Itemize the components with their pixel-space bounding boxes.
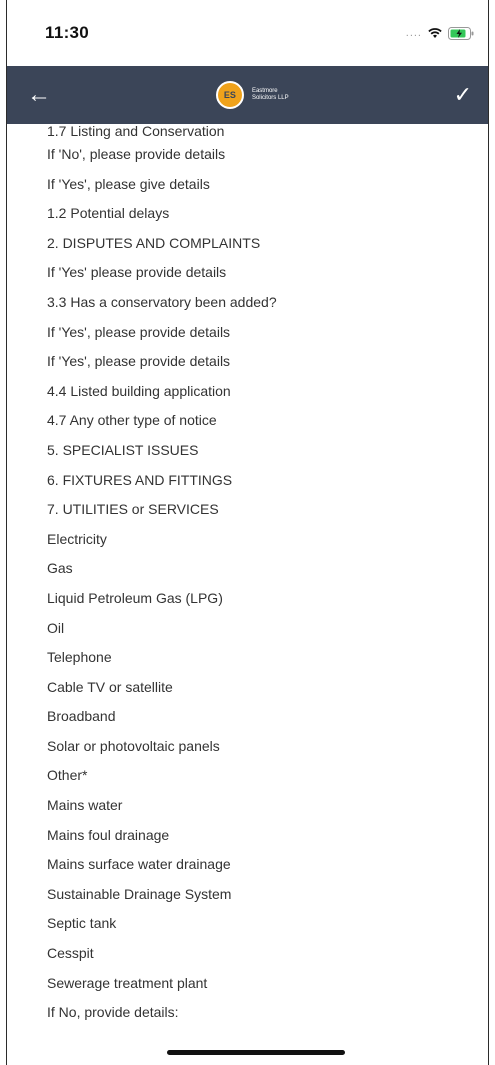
list-item[interactable]: 4.4 Listed building application [7, 377, 488, 407]
list-item[interactable]: Gas [7, 554, 488, 584]
bottom-safe-area [7, 1035, 488, 1065]
wifi-icon [428, 27, 442, 39]
list-item[interactable]: If 'Yes' please provide details [7, 258, 488, 288]
logo-text: Eastmore Solicitors LLP [252, 88, 289, 102]
list-item[interactable]: 2. DISPUTES AND COMPLAINTS [7, 229, 488, 259]
arrow-left-icon[interactable]: ← [27, 83, 51, 107]
list-item[interactable]: Septic tank [7, 909, 488, 939]
list-item[interactable]: Oil [7, 614, 488, 644]
checkmark-icon[interactable]: ✓ [454, 82, 472, 108]
signal-icon: .... [405, 27, 422, 39]
list-item[interactable]: If No, provide details: [7, 998, 488, 1028]
status-time: 11:30 [45, 23, 90, 42]
list-item[interactable]: If 'Yes', please provide details [7, 347, 488, 377]
list-item[interactable]: 4.7 Any other type of notice [7, 406, 488, 436]
list-item[interactable]: 1.7 Listing and Conservation [7, 124, 488, 140]
list-item[interactable]: Liquid Petroleum Gas (LPG) [7, 584, 488, 614]
app-navbar: ← ES Eastmore Solicitors LLP ✓ [7, 66, 488, 124]
list-item[interactable]: Sewerage treatment plant [7, 969, 488, 999]
list-item[interactable]: Electricity [7, 525, 488, 555]
list-item[interactable]: 3.3 Has a conservatory been added? [7, 288, 488, 318]
list-item[interactable]: 1.2 Potential delays [7, 199, 488, 229]
list-item[interactable]: Other* [7, 761, 488, 791]
list-item[interactable]: Mains surface water drainage [7, 850, 488, 880]
phone-screen: 11:30 .... ← ES Eastmore Solicitors LLP … [6, 0, 489, 1065]
home-indicator[interactable] [167, 1050, 345, 1055]
logo-line2: Solicitors LLP [251, 95, 289, 101]
section-list: 1.7 Listing and Conservation If 'No', pl… [7, 124, 488, 1028]
list-item[interactable]: If 'No', please provide details [7, 140, 488, 170]
status-icons: .... [405, 26, 474, 40]
list-item[interactable]: 5. SPECIALIST ISSUES [7, 436, 488, 466]
list-item[interactable]: Broadband [7, 702, 488, 732]
list-item[interactable]: 6. FIXTURES AND FITTINGS [7, 466, 488, 496]
list-item[interactable]: Mains foul drainage [7, 821, 488, 851]
logo-line1: Eastmore [251, 88, 278, 94]
list-item[interactable]: Sustainable Drainage System [7, 880, 488, 910]
list-item[interactable]: Solar or photovoltaic panels [7, 732, 488, 762]
company-logo: ES Eastmore Solicitors LLP [215, 81, 289, 109]
list-item[interactable]: Cesspit [7, 939, 488, 969]
logo-emblem: ES [215, 81, 244, 109]
list-item[interactable]: Cable TV or satellite [7, 673, 488, 703]
list-item[interactable]: Telephone [7, 643, 488, 673]
status-bar: 11:30 .... [7, 0, 488, 66]
list-item[interactable]: If 'Yes', please provide details [7, 318, 488, 348]
list-item[interactable]: If 'Yes', please give details [7, 170, 488, 200]
list-item[interactable]: 7. UTILITIES or SERVICES [7, 495, 488, 525]
battery-charging-icon [448, 26, 474, 40]
list-item[interactable]: Mains water [7, 791, 488, 821]
